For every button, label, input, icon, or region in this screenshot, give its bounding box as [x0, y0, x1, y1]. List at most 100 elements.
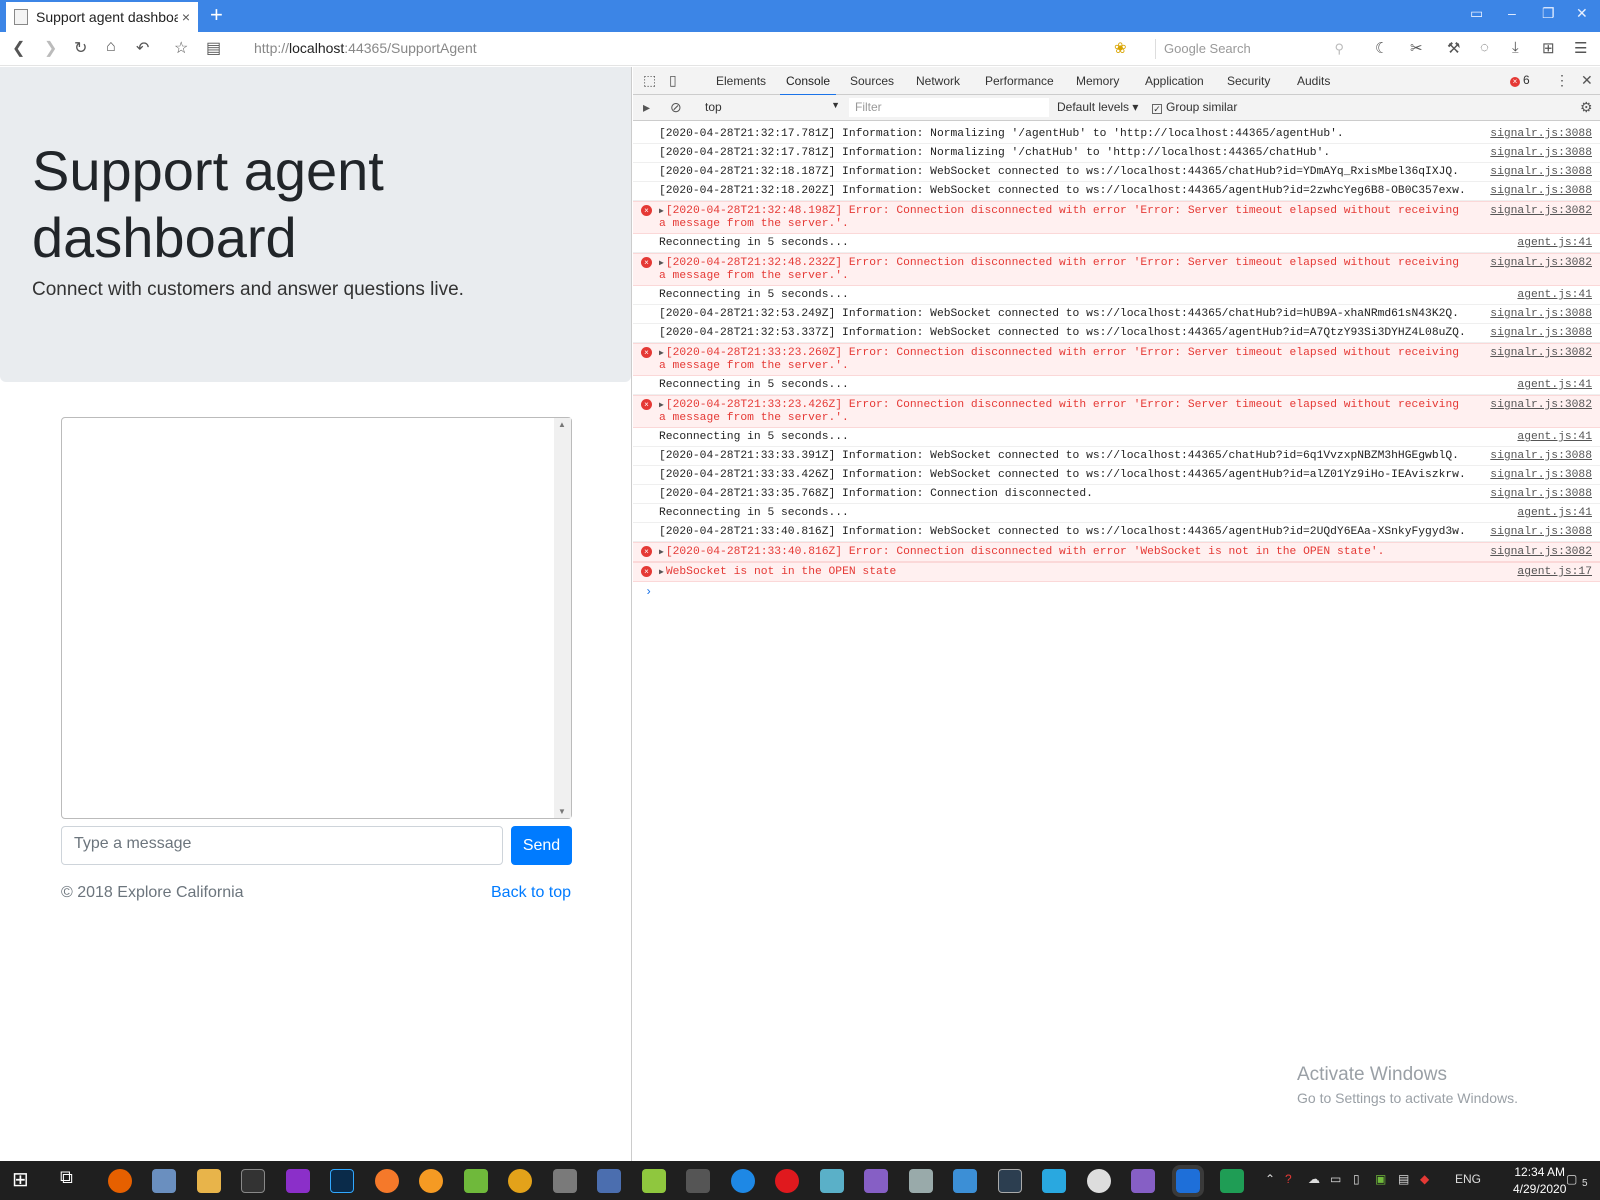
tab-performance[interactable]: Performance — [985, 74, 1054, 88]
back-icon[interactable]: ❮ — [12, 38, 25, 58]
source-link[interactable]: signalr.js:3088 — [1490, 526, 1592, 539]
tray-icon[interactable]: ▤ — [1398, 1172, 1409, 1186]
opera-icon[interactable] — [775, 1169, 799, 1193]
forward-icon[interactable]: ❯ — [44, 38, 57, 58]
source-link[interactable]: signalr.js:3082 — [1490, 257, 1592, 270]
source-link[interactable]: agent.js:41 — [1517, 507, 1592, 520]
console-error-row[interactable]: × ▶ [2020-04-28T21:32:48.232Z] Error: Conn… — [633, 253, 1600, 286]
console-error-row[interactable]: × ▶ [2020-04-28T21:33:23.426Z] Error: Conn… — [633, 395, 1600, 428]
send-button[interactable]: Send — [511, 826, 572, 865]
console-log-row[interactable]: Reconnecting in 5 seconds... agent.js:41 — [633, 504, 1600, 523]
expand-triangle-icon[interactable]: ▶ — [659, 401, 664, 410]
more-options-icon[interactable]: ⋮ — [1555, 72, 1569, 89]
app-icon[interactable] — [1220, 1169, 1244, 1193]
expand-triangle-icon[interactable]: ▶ — [659, 349, 664, 358]
app-icon[interactable] — [597, 1169, 621, 1193]
source-link[interactable]: signalr.js:3082 — [1490, 546, 1592, 559]
source-link[interactable]: signalr.js:3088 — [1490, 450, 1592, 463]
app-icon[interactable] — [642, 1169, 666, 1193]
sidebar-toggle-icon[interactable]: ▭ — [1470, 5, 1483, 22]
scroll-down-icon[interactable]: ▼ — [558, 807, 566, 816]
extension-bee-icon[interactable]: ❀ — [1114, 39, 1127, 57]
expand-triangle-icon[interactable]: ▶ — [659, 207, 664, 216]
console-log-row[interactable]: Reconnecting in 5 seconds... agent.js:41 — [633, 286, 1600, 305]
menu-icon[interactable]: ☰ — [1574, 39, 1587, 57]
close-window-icon[interactable]: ✕ — [1576, 5, 1588, 22]
undo-close-icon[interactable]: ↶ — [136, 38, 149, 58]
app-icon[interactable] — [686, 1169, 710, 1193]
console-log-row[interactable]: Reconnecting in 5 seconds... agent.js:41 — [633, 234, 1600, 253]
inspect-element-icon[interactable]: ⬚ — [643, 72, 656, 89]
tab-application[interactable]: Application — [1145, 74, 1204, 88]
source-link[interactable]: agent.js:41 — [1517, 237, 1592, 250]
message-input[interactable]: Type a message — [61, 826, 503, 865]
console-prompt[interactable]: › — [633, 582, 1600, 602]
blender-icon[interactable] — [375, 1169, 399, 1193]
console-log-row[interactable]: [2020-04-28T21:33:33.426Z] Information: … — [633, 466, 1600, 485]
console-error-row[interactable]: × ▶ [2020-04-28T21:32:48.198Z] Error: Conn… — [633, 201, 1600, 234]
app-icon[interactable] — [1172, 1165, 1204, 1197]
group-similar-checkbox[interactable]: ✓ Group similar — [1152, 100, 1237, 114]
log-levels-select[interactable]: Default levels ▾ — [1057, 100, 1138, 114]
source-link[interactable]: signalr.js:3082 — [1490, 205, 1592, 218]
chat-scrollbar[interactable]: ▲ ▼ — [554, 418, 571, 818]
back-to-top-link[interactable]: Back to top — [491, 884, 571, 902]
help-icon[interactable]: ? — [1285, 1172, 1292, 1186]
task-view-icon[interactable]: ⧉ — [60, 1167, 84, 1191]
console-error-row[interactable]: × ▶ WebSocket is not in the OPEN state agen… — [633, 562, 1600, 582]
app-icon[interactable] — [731, 1169, 755, 1193]
app-icon[interactable] — [508, 1169, 532, 1193]
console-log-row[interactable]: [2020-04-28T21:32:17.781Z] Information: … — [633, 125, 1600, 144]
console-log-row[interactable]: [2020-04-28T21:32:53.337Z] Information: … — [633, 324, 1600, 343]
console-log-row[interactable]: [2020-04-28T21:32:17.781Z] Information: … — [633, 144, 1600, 163]
source-link[interactable]: agent.js:41 — [1517, 289, 1592, 302]
chat-icon[interactable]: ◌ — [1480, 39, 1489, 56]
console-error-row[interactable]: × ▶ [2020-04-28T21:33:23.260Z] Error: Conn… — [633, 343, 1600, 376]
favorite-star-icon[interactable]: ☆ — [174, 38, 188, 58]
tab-console[interactable]: Console — [779, 74, 837, 96]
expand-triangle-icon[interactable]: ▶ — [659, 259, 664, 268]
source-link[interactable]: signalr.js:3088 — [1490, 308, 1592, 321]
tab-network[interactable]: Network — [916, 74, 960, 88]
firefox-icon[interactable] — [108, 1169, 132, 1193]
search-input[interactable]: Google Search ⚲ — [1155, 39, 1350, 59]
clear-console-icon[interactable]: ⊘ — [670, 99, 682, 116]
chat-messages-box[interactable]: ▲ ▼ — [61, 417, 572, 819]
expand-triangle-icon[interactable]: ▶ — [659, 548, 664, 557]
app-icon[interactable] — [1042, 1169, 1066, 1193]
console-log-row[interactable]: [2020-04-28T21:33:35.768Z] Information: … — [633, 485, 1600, 504]
console-error-row[interactable]: × ▶ [2020-04-28T21:33:40.816Z] Error: Conn… — [633, 542, 1600, 562]
photoshop-icon[interactable] — [330, 1169, 354, 1193]
app-icon[interactable] — [152, 1169, 176, 1193]
terminal-icon[interactable] — [241, 1169, 265, 1193]
device-toolbar-icon[interactable]: ▯ — [669, 72, 677, 89]
apps-icon[interactable]: ⊞ — [1542, 39, 1555, 57]
tab-audits[interactable]: Audits — [1297, 74, 1330, 88]
scroll-up-icon[interactable]: ▲ — [558, 420, 566, 429]
source-link[interactable]: agent.js:41 — [1517, 379, 1592, 392]
console-log-row[interactable]: Reconnecting in 5 seconds... agent.js:41 — [633, 428, 1600, 447]
source-link[interactable]: signalr.js:3088 — [1490, 327, 1592, 340]
tab-support-agent[interactable]: Support agent dashboard × — [6, 2, 198, 32]
expand-triangle-icon[interactable]: ▶ — [659, 568, 664, 577]
home-icon[interactable]: ⌂ — [106, 38, 116, 56]
screenshot-icon[interactable]: ✂ — [1410, 39, 1423, 57]
reader-icon[interactable]: ▤ — [206, 38, 221, 58]
console-log[interactable]: [2020-04-28T21:32:17.781Z] Information: … — [633, 125, 1600, 602]
usb-icon[interactable]: ▯ — [1353, 1172, 1360, 1186]
download-icon[interactable]: ⤓ — [1512, 39, 1519, 56]
source-link[interactable]: signalr.js:3088 — [1490, 128, 1592, 141]
tab-memory[interactable]: Memory — [1076, 74, 1119, 88]
network-icon[interactable]: ▭ — [1330, 1172, 1341, 1186]
app-icon[interactable] — [998, 1169, 1022, 1193]
app-icon[interactable] — [1087, 1169, 1111, 1193]
console-log-row[interactable]: [2020-04-28T21:32:18.187Z] Information: … — [633, 163, 1600, 182]
app-icon[interactable] — [909, 1169, 933, 1193]
file-explorer-icon[interactable] — [197, 1169, 221, 1193]
source-link[interactable]: signalr.js:3088 — [1490, 469, 1592, 482]
context-select[interactable]: top ▼ — [705, 100, 840, 114]
app-icon[interactable] — [820, 1169, 844, 1193]
source-link[interactable]: signalr.js:3088 — [1490, 185, 1592, 198]
app-icon[interactable] — [419, 1169, 443, 1193]
maximize-icon[interactable]: ❐ — [1542, 5, 1555, 22]
